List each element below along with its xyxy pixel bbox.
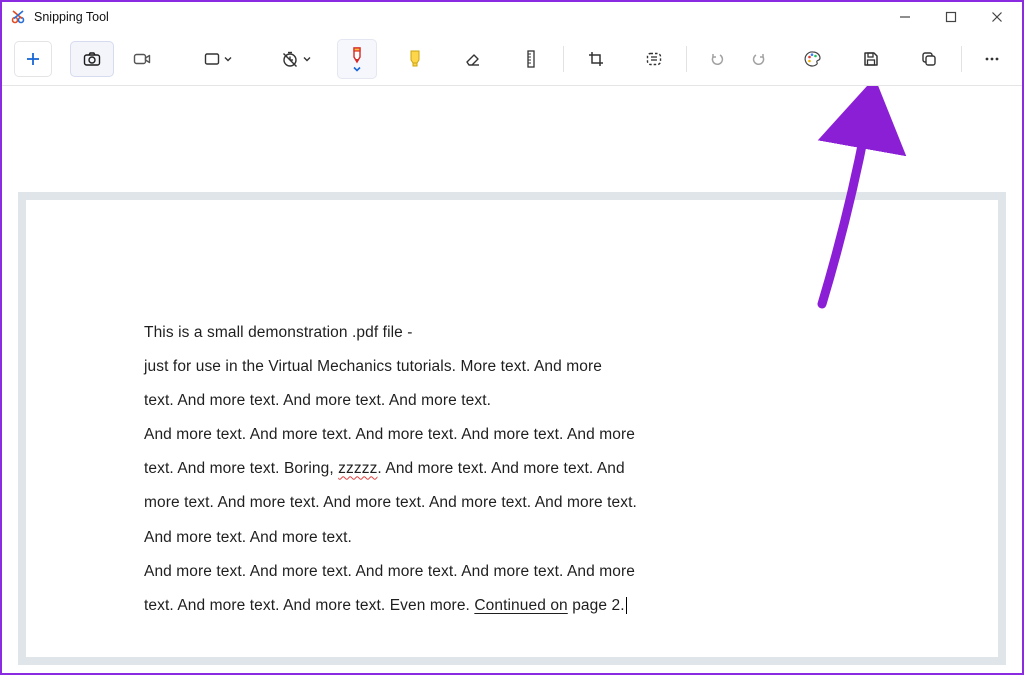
plus-icon — [25, 51, 41, 67]
window-controls — [882, 2, 1020, 32]
text-cursor — [626, 597, 627, 614]
no-delay-icon — [280, 49, 300, 69]
spell-error: zzzzz — [338, 460, 377, 477]
eraser-tool-button[interactable] — [453, 41, 493, 77]
snip-shape-dropdown[interactable] — [194, 41, 242, 77]
redo-icon — [750, 50, 768, 68]
chevron-down-icon — [223, 54, 233, 64]
chevron-down-icon — [302, 54, 312, 64]
doc-line: text. And more text. And more text. And … — [144, 384, 928, 418]
video-mode-button[interactable] — [120, 41, 164, 77]
doc-line: just for use in the Virtual Mechanics tu… — [144, 350, 928, 384]
doc-line: text. And more text. Boring, zzzzz. And … — [144, 452, 928, 486]
save-button[interactable] — [851, 41, 891, 77]
pen-icon — [349, 46, 365, 68]
chevron-down-icon — [352, 66, 362, 72]
canvas-area[interactable]: This is a small demonstration .pdf file … — [2, 86, 1022, 673]
new-snip-button[interactable] — [14, 41, 52, 77]
doc-line: more text. And more text. And more text.… — [144, 486, 928, 520]
crop-icon — [587, 50, 605, 68]
delay-dropdown[interactable] — [272, 41, 320, 77]
redo-button[interactable] — [741, 41, 777, 77]
doc-line: And more text. And more text. And more t… — [144, 418, 928, 452]
captured-document: This is a small demonstration .pdf file … — [26, 200, 998, 657]
undo-icon — [708, 50, 726, 68]
palette-icon — [803, 49, 823, 69]
toolbar — [2, 32, 1022, 86]
text-actions-icon — [645, 50, 663, 68]
mode-group — [70, 41, 164, 77]
undo-button[interactable] — [699, 41, 735, 77]
photo-mode-button[interactable] — [70, 41, 114, 77]
more-button[interactable] — [974, 41, 1010, 77]
doc-line: text. And more text. And more text. Even… — [144, 589, 928, 623]
copy-icon — [920, 50, 938, 68]
copy-button[interactable] — [909, 41, 949, 77]
doc-line: This is a small demonstration .pdf file … — [144, 316, 928, 350]
maximize-button[interactable] — [928, 2, 974, 32]
more-icon — [983, 50, 1001, 68]
capture-frame: This is a small demonstration .pdf file … — [18, 192, 1006, 665]
ruler-tool-button[interactable] — [511, 41, 551, 77]
highlighter-tool-button[interactable] — [395, 41, 435, 77]
pen-tool-button[interactable] — [337, 39, 377, 79]
close-button[interactable] — [974, 2, 1020, 32]
doc-line: And more text. And more text. And more t… — [144, 555, 928, 589]
doc-line: And more text. And more text. — [144, 521, 928, 555]
hyperlink-text: Continued on — [474, 597, 567, 614]
app-title: Snipping Tool — [34, 10, 109, 24]
minimize-button[interactable] — [882, 2, 928, 32]
eraser-icon — [463, 49, 483, 69]
text-actions-button[interactable] — [634, 41, 674, 77]
video-icon — [132, 49, 152, 69]
crop-tool-button[interactable] — [576, 41, 616, 77]
rectangle-icon — [203, 50, 221, 68]
highlighter-icon — [406, 48, 424, 70]
app-logo-icon — [10, 9, 26, 25]
edit-in-paint-button[interactable] — [793, 41, 833, 77]
title-bar: Snipping Tool — [2, 2, 1022, 32]
ruler-icon — [524, 49, 538, 69]
save-icon — [862, 50, 880, 68]
camera-icon — [82, 49, 102, 69]
